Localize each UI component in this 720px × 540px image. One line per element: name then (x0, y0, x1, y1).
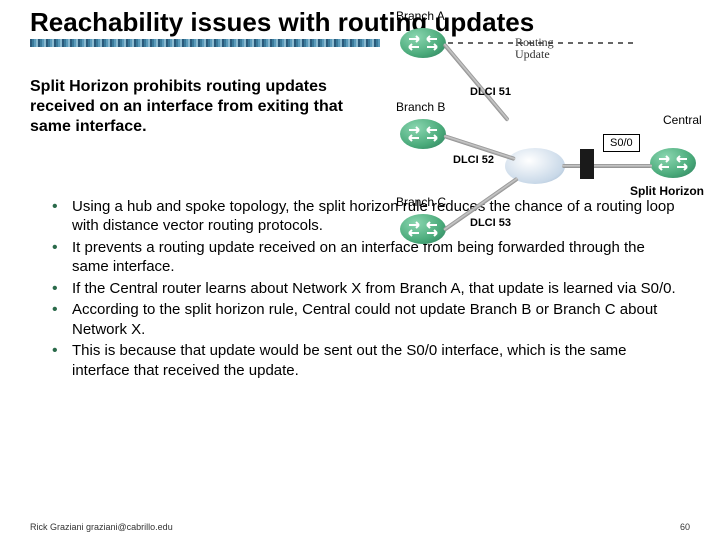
split-horizon-label: Split Horizon (630, 184, 704, 198)
router-icon (400, 28, 446, 58)
branch-c-label: Branch C (396, 195, 446, 209)
router-icon (650, 148, 696, 178)
slide: Reachability issues with routing updates… (0, 0, 720, 540)
topology-diagram: Branch A Branch B Branch C Central Routi… (380, 6, 710, 256)
router-icon (400, 119, 446, 149)
footer: Rick Graziani graziani@cabrillo.edu 60 (30, 522, 690, 532)
routing-update-label: Routing Update (515, 36, 565, 60)
footer-author: Rick Graziani graziani@cabrillo.edu (30, 522, 173, 532)
title-underline (30, 39, 380, 47)
bullet-item: This is because that update would be sen… (72, 341, 690, 380)
dlci-52-label: DLCI 52 (453, 154, 494, 166)
central-label: Central (663, 113, 702, 127)
interface-label: S0/0 (603, 134, 640, 152)
bullet-item: If the Central router learns about Netwo… (72, 279, 690, 299)
dlci-51-label: DLCI 51 (470, 86, 511, 98)
pvc-line (442, 43, 509, 122)
routing-update-text: Routing Update (515, 36, 565, 60)
page-number: 60 (680, 522, 690, 532)
dlci-53-label: DLCI 53 (470, 217, 511, 229)
bullet-item: According to the split horizon rule, Cen… (72, 300, 690, 339)
split-horizon-block-icon (580, 149, 594, 179)
router-icon (400, 214, 446, 244)
slide-subtitle: Split Horizon prohibits routing updates … (30, 77, 360, 137)
branch-a-label: Branch A (396, 9, 445, 23)
pvc-line (562, 164, 652, 168)
branch-b-label: Branch B (396, 100, 445, 114)
